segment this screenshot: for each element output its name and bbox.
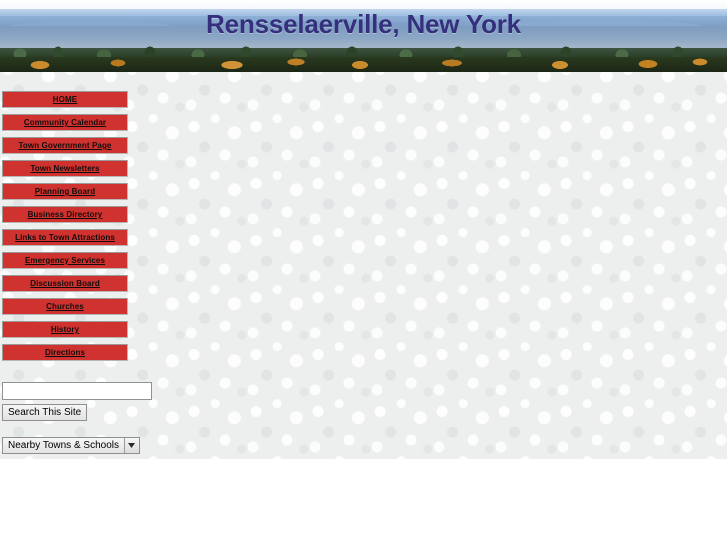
nav-directions[interactable]: Directions bbox=[2, 344, 128, 361]
banner-sky bbox=[0, 0, 727, 9]
nav-business-directory[interactable]: Business Directory bbox=[2, 206, 128, 223]
search-input[interactable] bbox=[2, 382, 152, 400]
nav-links-to-town-attractions[interactable]: Links to Town Attractions bbox=[2, 229, 128, 246]
banner-autumn-foliage bbox=[0, 56, 727, 72]
nav-town-newsletters[interactable]: Town Newsletters bbox=[2, 160, 128, 177]
nav-town-government-page[interactable]: Town Government Page bbox=[2, 137, 128, 154]
search-submit-button[interactable]: Search This Site bbox=[2, 404, 88, 421]
site-search: Search This Site bbox=[2, 382, 152, 421]
chevron-down-icon[interactable] bbox=[123, 438, 139, 453]
nav-planning-board[interactable]: Planning Board bbox=[2, 183, 128, 200]
main-navigation: HOME Community Calendar Town Government … bbox=[2, 91, 128, 367]
nav-history[interactable]: History bbox=[2, 321, 128, 338]
page-title: Rensselaerville, New York bbox=[206, 9, 521, 39]
nav-emergency-services[interactable]: Emergency Services bbox=[2, 252, 128, 269]
nav-churches[interactable]: Churches bbox=[2, 298, 128, 315]
site-banner: Rensselaerville, New York bbox=[0, 0, 727, 72]
nav-home[interactable]: HOME bbox=[2, 91, 128, 108]
nav-discussion-board[interactable]: Discussion Board bbox=[2, 275, 128, 292]
nav-community-calendar[interactable]: Community Calendar bbox=[2, 114, 128, 131]
select-selected-value: Nearby Towns & Schools bbox=[8, 440, 119, 451]
nearby-towns-schools-select[interactable]: Nearby Towns & Schools bbox=[2, 437, 140, 454]
